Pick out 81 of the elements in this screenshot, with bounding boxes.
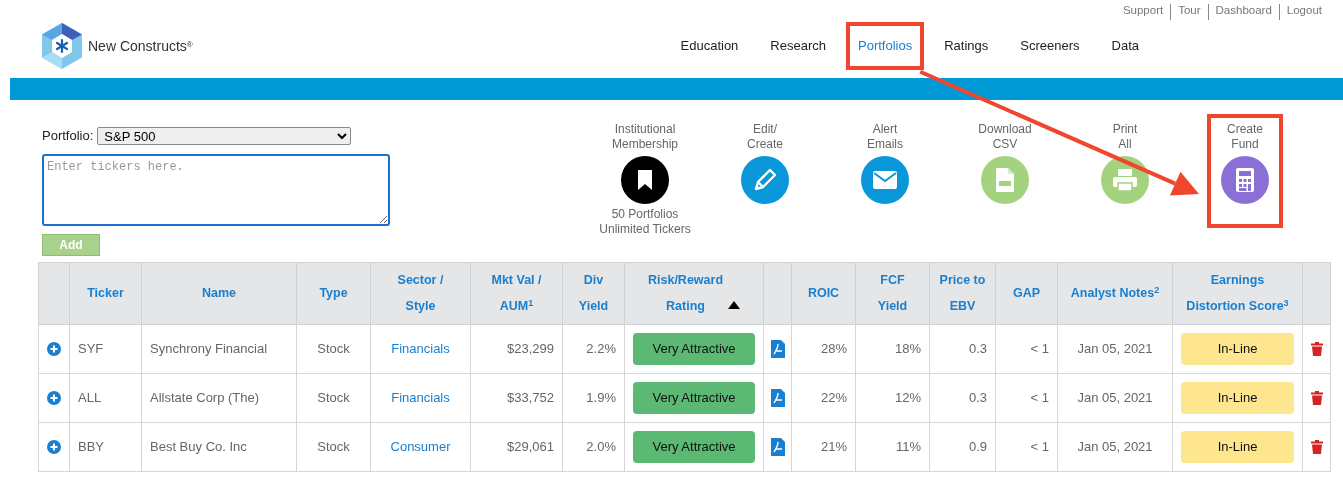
nav-link[interactable]: Screeners: [1010, 28, 1090, 64]
gap-cell: < 1: [1030, 438, 1049, 454]
action-label: Alert Emails: [866, 122, 904, 152]
fcf-yield-cell: 11%: [895, 438, 921, 454]
nav-link[interactable]: Data: [1101, 28, 1149, 64]
analyst-notes-date: Jan 05, 2021: [1077, 438, 1153, 454]
nav-link[interactable]: Ratings: [934, 28, 999, 64]
market-value-cell: $29,061: [507, 438, 554, 454]
plus-circle-icon[interactable]: [47, 440, 61, 455]
action-button[interactable]: [621, 156, 669, 204]
rating-badge: Very Attractive: [633, 332, 755, 365]
pdf-file-icon[interactable]: [770, 340, 785, 359]
hexagon-logo-icon: [40, 21, 84, 71]
action-label: Download CSV: [977, 122, 1033, 152]
envelope-icon: [872, 170, 898, 190]
type-cell: Stock: [317, 389, 350, 405]
analyst-notes-date: Jan 05, 2021: [1077, 340, 1153, 356]
brand-name: New Constructs$^{®}$: [88, 36, 193, 56]
ticker-cell: ALL: [78, 389, 102, 405]
sector-link[interactable]: Consumer: [390, 438, 451, 454]
name-cell: Synchrony Financial: [150, 340, 268, 356]
market-value-cell: $23,299: [507, 340, 554, 356]
trash-icon[interactable]: [1310, 342, 1323, 357]
csv-file-icon: [995, 167, 1015, 193]
ticker-input-field[interactable]: Enter tickers here.: [42, 153, 390, 226]
sector-link[interactable]: Financials: [391, 340, 450, 356]
trash-icon[interactable]: [1310, 440, 1323, 455]
ticker-cell: BBY: [78, 438, 104, 454]
portfolio-select[interactable]: S&P 500: [97, 126, 352, 145]
bookmark-icon: [636, 168, 654, 192]
dividend-yield-cell: 1.9%: [586, 389, 616, 405]
action-label: Print All: [1111, 122, 1139, 152]
type-cell: Stock: [317, 340, 350, 356]
printer-icon: [1112, 168, 1138, 192]
name-cell: Best Buy Co. Inc: [150, 438, 247, 454]
column-header[interactable]: Type: [319, 280, 348, 306]
price-to-ebv-cell: 0.3: [968, 340, 987, 356]
distortion-score-badge: In-Line: [1181, 332, 1294, 365]
header-link[interactable]: Tour: [1170, 4, 1208, 20]
action-label: Create Fund: [1226, 122, 1264, 152]
rating-badge: Very Attractive: [633, 430, 755, 463]
plus-circle-icon[interactable]: [47, 391, 61, 406]
roic-cell: 28%: [820, 340, 847, 356]
fcf-yield-cell: 12%: [894, 389, 921, 405]
pencil-icon: [752, 167, 778, 193]
pdf-file-icon[interactable]: [770, 389, 785, 408]
dividend-yield-cell: 2.2%: [586, 340, 616, 356]
gap-cell: < 1: [1030, 389, 1049, 405]
name-cell: Allstate Corp (The): [150, 389, 260, 405]
price-to-ebv-cell: 0.9: [968, 438, 987, 454]
type-cell: Stock: [317, 438, 350, 454]
action-label: Institutional Membership: [611, 122, 679, 152]
market-value-cell: $33,752: [507, 389, 554, 405]
gap-cell: < 1: [1030, 340, 1049, 356]
sector-link[interactable]: Financials: [391, 389, 450, 405]
rating-badge: Very Attractive: [633, 381, 755, 414]
ticker-cell: SYF: [78, 340, 104, 356]
column-header[interactable]: GAP: [1012, 280, 1041, 306]
distortion-score-badge: In-Line: [1181, 430, 1294, 463]
analyst-notes-date: Jan 05, 2021: [1077, 389, 1153, 405]
plus-circle-icon[interactable]: [47, 342, 61, 357]
roic-cell: 21%: [820, 438, 847, 454]
pdf-file-icon[interactable]: [770, 438, 785, 457]
sort-up-icon[interactable]: [728, 301, 740, 309]
roic-cell: 22%: [820, 389, 847, 405]
dividend-yield-cell: 2.0%: [586, 438, 616, 454]
action-label: Edit/ Create: [746, 122, 784, 152]
distortion-score-badge: In-Line: [1181, 381, 1294, 414]
membership-note: 50 Portfolios Unlimited Tickers: [598, 207, 692, 237]
header-link[interactable]: Support: [1115, 4, 1171, 20]
fcf-yield-cell: 18%: [894, 340, 921, 356]
nav-link[interactable]: Portfolios: [848, 28, 923, 64]
nav-link[interactable]: Research: [760, 28, 836, 64]
portfolio-label: Portfolio:: [42, 127, 94, 145]
calculator-icon: [1235, 167, 1255, 193]
price-to-ebv-cell: 0.3: [968, 389, 987, 405]
column-header[interactable]: Name: [201, 280, 236, 306]
nav-link[interactable]: Education: [670, 28, 749, 64]
header-link[interactable]: Logout: [1278, 4, 1329, 20]
trash-icon[interactable]: [1310, 391, 1323, 406]
header-link[interactable]: Dashboard: [1207, 4, 1279, 20]
